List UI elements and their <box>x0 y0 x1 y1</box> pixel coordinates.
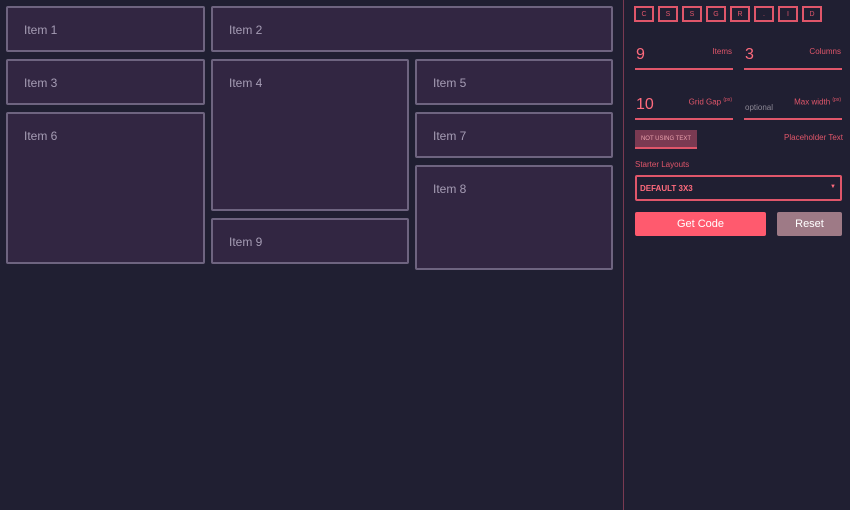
columns-value: 3 <box>745 46 754 63</box>
grid-item: Item 1 <box>6 6 205 52</box>
logo-letter: D <box>802 6 822 22</box>
grid-gap-value: 10 <box>636 96 654 113</box>
starter-selected-value: DEFAULT 3X3 <box>640 184 693 193</box>
grid-gap-label-text: Grid Gap <box>688 97 722 107</box>
columns-label: Columns <box>809 47 841 56</box>
items-input[interactable]: 9 Items <box>635 44 733 70</box>
get-code-button[interactable]: Get Code <box>635 212 766 236</box>
grid-gap-label: Grid Gap (px) <box>689 97 732 107</box>
logo-letter: I <box>778 6 798 22</box>
placeholder-text-label: Placeholder Text <box>784 133 843 142</box>
logo-letter: G <box>706 6 726 22</box>
dropdown-arrow-icon: ▼ <box>830 184 836 190</box>
grid-gap-unit: (px) <box>723 97 732 103</box>
reset-button[interactable]: Reset <box>777 212 842 236</box>
text-toggle-button[interactable]: NOT USING TEXT <box>635 130 697 149</box>
max-width-unit: (px) <box>832 97 841 103</box>
grid-item: Item 3 <box>6 59 205 105</box>
logo-letter: R <box>730 6 750 22</box>
items-value: 9 <box>636 46 645 63</box>
grid-item: Item 4 <box>211 59 409 211</box>
starter-layouts-label: Starter Layouts <box>635 160 690 169</box>
grid-preview: Item 1 Item 2 Item 3 Item 4 Item 5 Item … <box>6 6 613 271</box>
grid-item: Item 5 <box>415 59 613 105</box>
logo: C S S G R . I D <box>634 6 822 22</box>
logo-letter: . <box>754 6 774 22</box>
starter-layouts-select[interactable]: DEFAULT 3X3 ▼ <box>635 175 842 201</box>
grid-item: Item 8 <box>415 165 613 270</box>
sidebar: C S S G R . I D 9 Items 3 Columns 10 Gri… <box>623 0 850 510</box>
grid-item: Item 6 <box>6 112 205 264</box>
logo-letter: S <box>658 6 678 22</box>
max-width-input[interactable]: optional Max width (px) <box>744 94 842 120</box>
max-width-placeholder: optional <box>745 103 774 112</box>
logo-letter: C <box>634 6 654 22</box>
logo-letter: S <box>682 6 702 22</box>
grid-item: Item 7 <box>415 112 613 158</box>
columns-input[interactable]: 3 Columns <box>744 44 842 70</box>
items-label: Items <box>712 47 732 56</box>
grid-gap-input[interactable]: 10 Grid Gap (px) <box>635 94 733 120</box>
max-width-label: Max width (px) <box>794 97 841 107</box>
grid-item: Item 9 <box>211 218 409 264</box>
grid-item: Item 2 <box>211 6 613 52</box>
max-width-label-text: Max width <box>794 97 831 107</box>
